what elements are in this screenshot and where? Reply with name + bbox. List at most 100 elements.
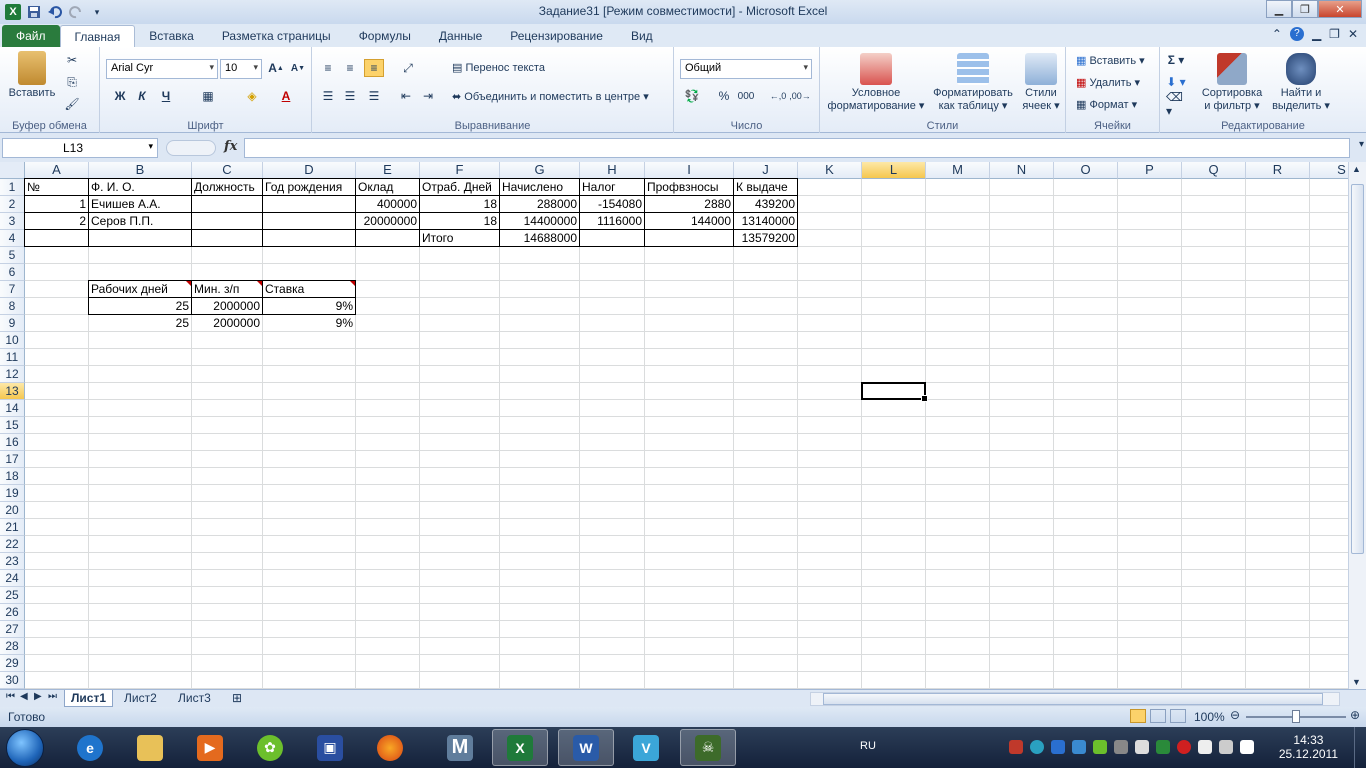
volume-icon[interactable]: [1219, 740, 1233, 754]
font-name-select[interactable]: Arial Cyr: [106, 59, 218, 79]
cell-e1[interactable]: Оклад: [356, 179, 419, 196]
page-layout-view-icon[interactable]: [1150, 709, 1166, 723]
tray-icon-7[interactable]: [1135, 740, 1149, 754]
copy-icon[interactable]: ⎘: [62, 73, 82, 91]
cell-f2[interactable]: 18: [420, 196, 499, 213]
column-header-o[interactable]: O: [1054, 162, 1118, 179]
close-button[interactable]: ✕: [1318, 0, 1362, 18]
insert-function-icon[interactable]: fx: [224, 139, 237, 154]
increase-decimal-icon[interactable]: ←,0: [768, 87, 788, 105]
sheet-tab-3[interactable]: Лист3: [172, 690, 217, 707]
taskbar-ie[interactable]: e: [62, 729, 118, 766]
row-header-12[interactable]: 12: [0, 366, 25, 383]
row-header-8[interactable]: 8: [0, 298, 25, 315]
format-painter-icon[interactable]: 🖌: [62, 95, 82, 113]
cell-j3[interactable]: 13140000: [734, 213, 797, 230]
minimize-ribbon-icon[interactable]: ⌃: [1272, 27, 1282, 41]
comment-indicator[interactable]: [350, 281, 355, 286]
row-header-17[interactable]: 17: [0, 451, 25, 468]
align-center-icon[interactable]: ☰: [340, 87, 360, 105]
delete-cells-button[interactable]: ▦ Удалить ▾: [1076, 76, 1140, 89]
row-header-15[interactable]: 15: [0, 417, 25, 434]
cell-i3[interactable]: 144000: [645, 213, 733, 230]
paste-button[interactable]: Вставить: [8, 51, 56, 99]
column-header-n[interactable]: N: [990, 162, 1054, 179]
decrease-decimal-icon[interactable]: ,00→: [789, 87, 811, 105]
column-header-e[interactable]: E: [356, 162, 420, 179]
cell-a1[interactable]: №: [25, 179, 88, 196]
cell-d1[interactable]: Год рождения: [263, 179, 355, 196]
align-left-icon[interactable]: ☰: [318, 87, 338, 105]
minimize-button[interactable]: ▁: [1266, 0, 1292, 18]
align-top-icon[interactable]: ≡: [318, 59, 338, 77]
scroll-down-icon[interactable]: ▼: [1352, 677, 1361, 687]
column-header-f[interactable]: F: [420, 162, 500, 179]
cell-b3[interactable]: Серов П.П.: [89, 213, 191, 230]
cell-d8[interactable]: 9%: [263, 298, 355, 315]
taskbar-app-m[interactable]: M: [432, 729, 488, 766]
shrink-font-icon[interactable]: A ▼: [288, 59, 308, 77]
column-header-d[interactable]: D: [263, 162, 356, 179]
cell-f4[interactable]: Итого: [420, 230, 499, 247]
insert-sheet-icon[interactable]: ⊞: [226, 690, 248, 707]
sort-filter-button[interactable]: Сортировка и фильтр ▾: [1196, 53, 1268, 112]
increase-indent-icon[interactable]: ⇥: [418, 87, 438, 105]
vertical-scrollbar[interactable]: ▲ ▼: [1348, 162, 1366, 689]
tray-icon-5[interactable]: [1093, 740, 1107, 754]
column-header-b[interactable]: B: [89, 162, 192, 179]
cell-g2[interactable]: 288000: [500, 196, 579, 213]
formula-bar-resize-handle[interactable]: [166, 140, 216, 156]
italic-button[interactable]: К: [132, 87, 152, 105]
clear-icon[interactable]: ⌫ ▾: [1166, 90, 1186, 118]
taskbar-app-save[interactable]: ▣: [302, 729, 358, 766]
cell-h1[interactable]: Налог: [580, 179, 644, 196]
tray-icon-9[interactable]: [1177, 740, 1191, 754]
workbook-close-icon[interactable]: ✕: [1348, 27, 1358, 41]
cell-e3[interactable]: 20000000: [356, 213, 419, 230]
row-header-5[interactable]: 5: [0, 247, 25, 264]
cell-i2[interactable]: 2880: [645, 196, 733, 213]
row-header-20[interactable]: 20: [0, 502, 25, 519]
selected-cell-outline[interactable]: [861, 382, 928, 402]
flag-icon[interactable]: [1240, 740, 1254, 754]
row-header-26[interactable]: 26: [0, 604, 25, 621]
cell-d7[interactable]: Ставка: [263, 281, 355, 298]
row-header-24[interactable]: 24: [0, 570, 25, 587]
align-bottom-icon[interactable]: ≡: [364, 59, 384, 77]
column-header-r[interactable]: R: [1246, 162, 1310, 179]
column-header-g[interactable]: G: [500, 162, 580, 179]
tab-insert[interactable]: Вставка: [135, 25, 208, 47]
cell-g1[interactable]: Начислено: [500, 179, 579, 196]
thousands-button[interactable]: 000: [736, 87, 756, 105]
wrap-text-button[interactable]: ▤ Перенос текста: [452, 61, 545, 74]
row-header-4[interactable]: 4: [0, 230, 25, 247]
row-header-16[interactable]: 16: [0, 434, 25, 451]
row-header-21[interactable]: 21: [0, 519, 25, 536]
first-sheet-icon[interactable]: ⏮: [6, 691, 15, 702]
cell-c8[interactable]: 2000000: [192, 298, 262, 315]
language-indicator[interactable]: RU: [860, 740, 876, 752]
tab-formulas[interactable]: Формулы: [345, 25, 425, 47]
taskbar-word[interactable]: W: [558, 729, 614, 766]
cell-b2[interactable]: Ечишев А.А.: [89, 196, 191, 213]
worksheet-grid[interactable]: A B C D E F G H I J K L M N O P Q R S 1 2 3 4 5 6 7 8 9 10 11 12 13 14 15…: [0, 162, 1348, 689]
taskbar-game[interactable]: ☠: [680, 729, 736, 766]
fill-color-icon[interactable]: ◈: [242, 87, 262, 105]
name-box[interactable]: L13: [2, 138, 158, 158]
column-header-c[interactable]: C: [192, 162, 263, 179]
zoom-out-icon[interactable]: ⊖: [1230, 708, 1240, 722]
column-header-j[interactable]: J: [734, 162, 798, 179]
cell-d9[interactable]: 9%: [263, 315, 355, 332]
workbook-minimize-icon[interactable]: ▁: [1312, 27, 1321, 41]
cell-b1[interactable]: Ф. И. О.: [89, 179, 191, 196]
expand-formula-bar-icon[interactable]: ▾: [1359, 139, 1364, 150]
cell-g4[interactable]: 14688000: [500, 230, 579, 247]
formula-input[interactable]: [244, 138, 1350, 158]
cell-e2[interactable]: 400000: [356, 196, 419, 213]
decrease-indent-icon[interactable]: ⇤: [396, 87, 416, 105]
tab-review[interactable]: Рецензирование: [496, 25, 617, 47]
taskbar-app-v[interactable]: V: [618, 729, 674, 766]
tray-icon-4[interactable]: [1072, 740, 1086, 754]
row-header-25[interactable]: 25: [0, 587, 25, 604]
column-header-p[interactable]: P: [1118, 162, 1182, 179]
